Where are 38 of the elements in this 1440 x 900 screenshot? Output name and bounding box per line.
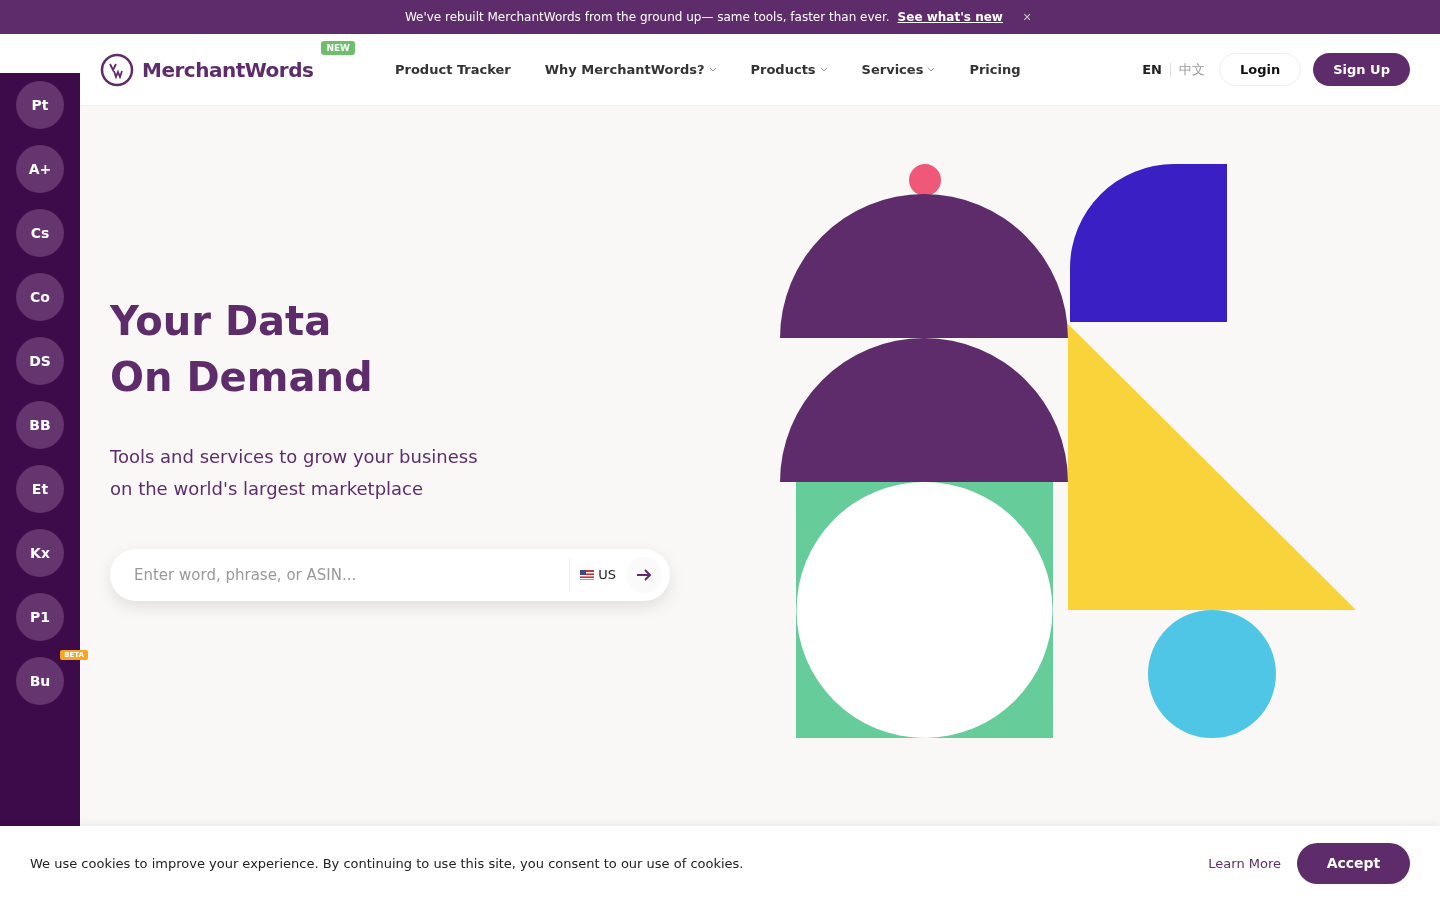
new-badge: NEW [321,40,355,55]
arrow-right-icon [636,568,652,581]
sidebar-item[interactable]: Cs [16,209,64,257]
chevron-down-icon [927,67,936,72]
hero-title: On Demand [110,352,374,402]
sidebar-item[interactable]: Co [16,273,64,321]
logo-icon [100,52,134,87]
announcement-text: We've rebuilt MerchantWords from the ground up— same tools, faster than ever. [404,10,890,24]
nav-link[interactable]: Products [750,62,828,77]
sidebar-item[interactable]: Kx [16,529,64,577]
search-field[interactable]: Enter word, phrase, or ASIN... US [110,548,670,601]
sidebar-item[interactable]: Bu [16,657,64,705]
sidebar-item[interactable]: A+ [16,145,64,193]
sidebar-item[interactable]: DS [16,337,64,385]
chevron-down-icon [819,67,828,72]
hero-title: Your Data [110,296,333,346]
accept-button[interactable]: Accept [1297,842,1410,884]
see-whats-new-link[interactable]: See what's new [897,10,1003,24]
logo-text[interactable]: MerchantWords [142,57,314,82]
nav-link[interactable]: Pricing [969,62,1021,77]
flag-icon [580,569,595,580]
hero-subtitle: Tools and services to grow your business on the world's largest marketplace [110,444,479,501]
submit-button[interactable] [626,556,662,593]
cookie-text: We use cookies to improve your experience. By continuing to use this site, you consent to our use of cookies. [30,855,745,871]
close-button[interactable]: × [1018,9,1036,25]
language-link[interactable]: EN [1142,62,1162,77]
nav-link[interactable]: Why MerchantWords? [544,62,717,77]
learn-more-link[interactable]: Learn More [1208,855,1281,871]
nav-link[interactable]: Product Tracker [395,62,511,77]
country-selector[interactable]: US [569,557,626,592]
nav-link[interactable]: Services [861,62,936,77]
sidebar-item[interactable]: Et [16,465,64,513]
login-button[interactable]: Login [1219,53,1302,86]
sidebar-item[interactable]: Pt [16,81,64,129]
sidebar-item[interactable]: P1 [16,593,64,641]
sidebar-item[interactable]: BB [16,401,64,449]
sign-up-button[interactable]: Sign Up [1313,53,1410,86]
chevron-down-icon [708,67,717,72]
